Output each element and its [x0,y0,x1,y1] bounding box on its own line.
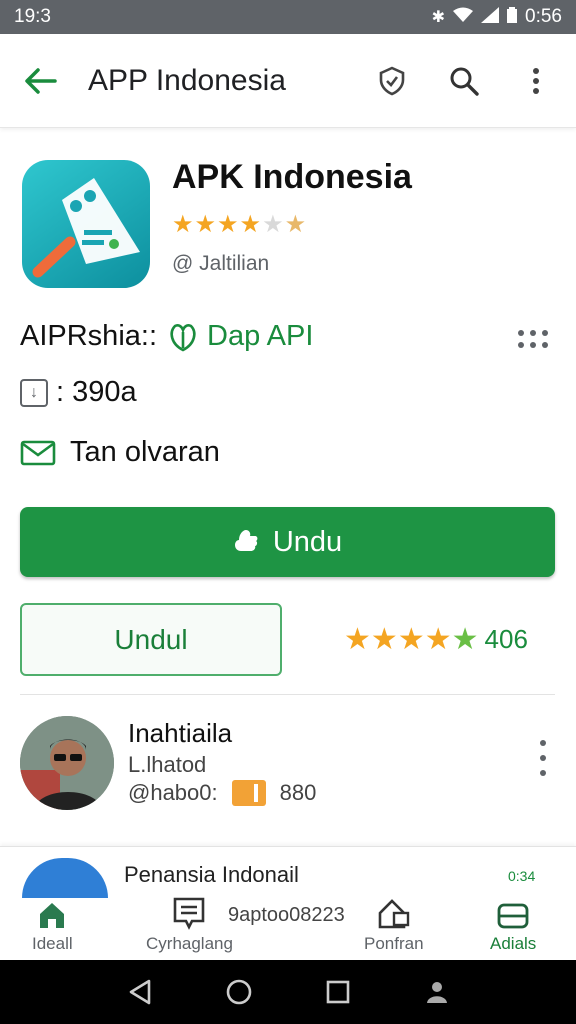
battery-icon [507,6,518,28]
reviewer-name: Inahtiaila [128,718,233,748]
home-icon [40,903,65,928]
reviewer-meta-text: @habo0: [128,780,218,805]
dot [540,770,546,776]
house-badge-icon [378,899,409,929]
person-photo-icon [20,716,114,810]
status-bar: 19:3 ✱ 0:56 [0,0,576,34]
shield-button[interactable] [370,59,414,103]
publisher-label: @ Jaltilian [172,252,270,275]
tag-icon [231,780,266,806]
star-half-icon: ★ [451,623,479,656]
avatar[interactable] [20,716,114,810]
back-button[interactable] [18,59,62,103]
rating-count: 406 [484,624,528,654]
options-grid-button[interactable] [518,330,552,354]
nav-places[interactable]: Ponfran [364,884,424,954]
system-home-button[interactable] [221,974,257,1010]
star-icon: ★ [370,623,398,656]
status-icons: ✱ 0:56 [432,6,562,28]
system-recents-button[interactable] [320,974,356,1010]
dot [542,330,548,336]
app-logo-icon [32,178,140,278]
dot [540,740,546,746]
document-icon [174,897,205,930]
mail-icon [20,440,56,465]
nav-documents[interactable]: Cyrhaglang [146,884,233,954]
app-icon [22,160,150,288]
nav-home[interactable]: Ideall [32,884,73,954]
app-bar: APP Indonesia [0,34,576,128]
status-time: 19:3 [14,6,51,27]
nav-apps-label: Adials [490,934,537,953]
side-rating-stars: ★★★★★ [344,622,479,657]
side-rating: ★★★★★ 406 [344,622,528,657]
tray-icon [497,903,529,929]
system-navigation-bar [0,960,576,1024]
square-recents-icon [326,980,349,1004]
size-value: : 390a [56,376,137,408]
download-box-icon: ↓ [20,378,48,407]
mail-text: Tan olvaran [70,436,220,468]
reviewer-score: 880 [279,780,317,805]
person-icon [426,982,447,1003]
mail-row: Tan olvaran [20,436,220,469]
dot [530,342,536,348]
star-half-icon: ★ [284,211,308,238]
wifi-icon [453,7,474,28]
star-icon: ★ [172,211,195,238]
peek-badge: 0:34 [508,868,536,884]
nav-center-text: 9aptoo08223 [228,904,345,926]
nav-places-label: Ponfran [364,934,424,953]
system-back-button[interactable] [122,974,158,1010]
bluetooth-icon: ✱ [431,9,446,26]
nav-documents-label: Cyrhaglang [146,934,233,953]
dot [542,342,548,348]
star-icon: ★ [194,211,218,238]
star-icon: ★ [217,211,240,238]
star-empty-icon: ★ [262,211,285,238]
thumb-icon [234,530,258,551]
secondary-download-button[interactable]: Undul [20,603,282,676]
circle-home-icon [226,979,251,1005]
leaf-icon [170,323,196,351]
install-button-label: Undu [272,525,343,558]
more-button[interactable] [514,59,558,103]
review-more-button[interactable] [538,740,548,776]
compat-link-text: Dap API [207,320,314,352]
arrow-back-icon [25,67,57,94]
divider [20,694,555,695]
more-vert-icon [533,67,539,94]
nav-home-label: Ideall [32,934,73,953]
signal-icon [481,6,500,28]
compat-row: AIPRshia:: Dap API [20,320,313,353]
dot [518,330,524,336]
status-time-right: 0:56 [525,6,562,27]
search-button[interactable] [442,59,486,103]
dot [530,330,536,336]
star-icon: ★ [239,211,263,238]
size-row: ↓ : 390a [20,376,137,409]
reviewer-subtitle: L.lhatod [128,752,207,777]
nav-apps[interactable]: Adials [490,884,536,954]
search-icon [450,67,479,96]
app-rating-stars: ★★★★★★ [172,210,307,239]
secondary-button-label: Undul [114,623,188,655]
dot [518,342,524,348]
app-name: APK Indonesia [172,158,412,196]
compat-link[interactable]: Dap API [167,320,313,353]
reviewer-meta: @habo0: 880 [128,780,316,806]
page-title: APP Indonesia [88,63,286,97]
shield-icon [379,66,405,95]
triangle-back-icon [129,979,150,1005]
star-icon: ★ [424,623,452,656]
star-icon: ★ [397,623,425,656]
compat-label: AIPRshia:: [20,320,157,352]
system-account-button[interactable] [419,974,455,1010]
dot [540,755,546,761]
install-button[interactable]: Undu [20,507,555,577]
star-icon: ★ [344,623,371,656]
